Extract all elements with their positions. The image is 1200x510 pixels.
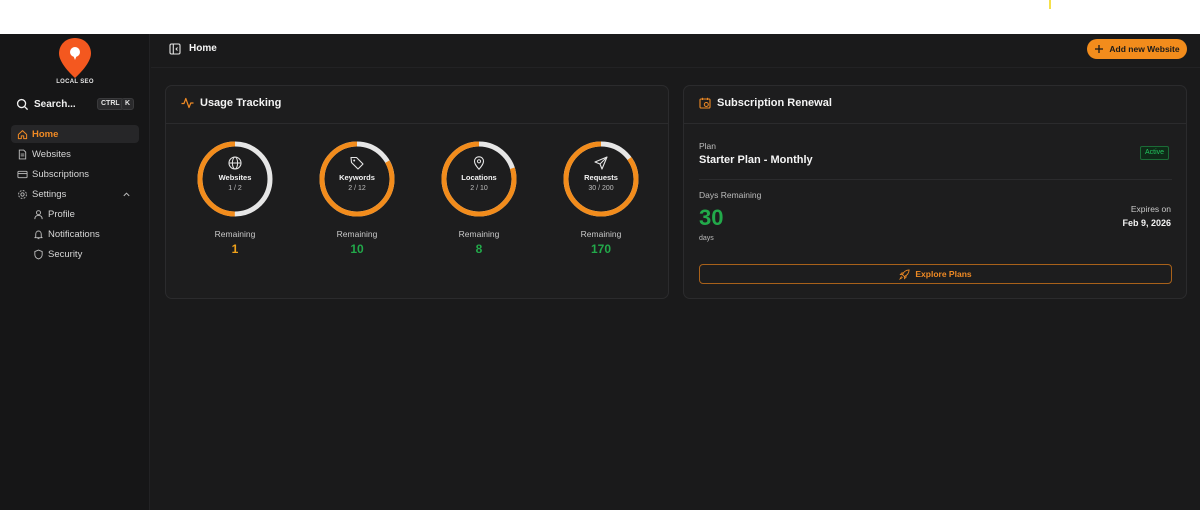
subscription-renewal-card: Subscription Renewal Plan Starter Plan -… (683, 85, 1187, 299)
ring-requests[interactable]: Requests 30 / 200 (561, 139, 641, 219)
sidebar-item-websites[interactable]: Websites (11, 145, 139, 163)
card-divider (166, 123, 668, 124)
home-icon (17, 129, 28, 139)
remaining-value: 10 (350, 242, 364, 256)
kbd-ctrl: CTRL (97, 98, 124, 110)
sidebar-toggle-icon[interactable] (169, 43, 181, 55)
sidebar-item-label: Settings (32, 188, 67, 200)
shield-icon (34, 249, 43, 259)
map-pin-logo-icon (59, 38, 91, 78)
section-divider (699, 179, 1172, 180)
search-icon (16, 98, 29, 110)
sidebar-item-profile[interactable]: Profile (27, 205, 139, 223)
top-strip (0, 0, 1200, 34)
usage-tracking-title: Usage Tracking (181, 97, 281, 109)
bell-icon (34, 230, 43, 239)
usage-tracking-title-text: Usage Tracking (200, 97, 282, 109)
remaining-label: Remaining (580, 229, 622, 239)
calendar-clock-icon (699, 97, 711, 109)
card-icon (17, 170, 28, 178)
days-remaining-label: Days Remaining (699, 190, 762, 200)
remaining-value: 8 (475, 242, 483, 256)
sidebar-item-notifications[interactable]: Notifications (27, 225, 139, 243)
sidebar-item-home[interactable]: Home (11, 125, 139, 143)
search-label: Search... (34, 98, 76, 110)
ring-count: 2 / 10 (470, 185, 488, 192)
expires-date: Feb 9, 2026 (1122, 218, 1171, 228)
sidebar: LOCAL SEO Search... CTRL K Home Websites… (0, 34, 150, 510)
ring-label: Keywords (339, 173, 375, 182)
plan-label: Plan (699, 141, 717, 151)
chevron-up-icon[interactable] (122, 190, 131, 199)
sidebar-item-label: Subscriptions (32, 168, 90, 180)
sidebar-item-security[interactable]: Security (27, 245, 139, 263)
subscription-title-text: Subscription Renewal (717, 97, 832, 109)
sidebar-item-label: Security (48, 248, 83, 260)
ring-count: 30 / 200 (588, 185, 614, 192)
sidebar-item-label: Profile (48, 208, 75, 220)
days-unit: days (699, 235, 714, 242)
remaining-label: Remaining (214, 229, 256, 239)
add-website-label: Add new Website (1109, 44, 1180, 54)
ring-label: Websites (218, 173, 252, 182)
search-button[interactable]: Search... CTRL K (11, 94, 139, 114)
logo[interactable]: LOCAL SEO (48, 36, 102, 88)
sidebar-item-label: Websites (32, 148, 71, 160)
ring-label: Locations (461, 173, 497, 182)
rocket-icon (899, 268, 910, 280)
user-icon (34, 209, 43, 219)
subscription-title: Subscription Renewal (699, 97, 832, 109)
add-website-button[interactable]: Add new Website (1087, 39, 1187, 59)
explore-plans-button[interactable]: Explore Plans (699, 264, 1172, 284)
sidebar-item-label: Notifications (48, 228, 100, 240)
gear-icon (18, 189, 27, 199)
globe-icon (228, 156, 242, 170)
ring-websites[interactable]: Websites 1 / 2 (195, 139, 275, 219)
usage-tracking-card: Usage Tracking Websites 1 / 2 Remaining … (165, 85, 669, 299)
ring-locations[interactable]: Locations 2 / 10 (439, 139, 519, 219)
activity-icon (181, 97, 194, 109)
status-badge: Active (1140, 146, 1170, 160)
ring-keywords[interactable]: Keywords 2 / 12 (317, 139, 397, 219)
page-title: Home (189, 43, 217, 54)
ring-label: Requests (584, 173, 618, 182)
ring-count: 2 / 12 (348, 185, 366, 192)
app-window: LOCAL SEO Search... CTRL K Home Websites… (0, 34, 1200, 510)
top-strip-mark (1049, 0, 1051, 9)
top-header: Home Add new Website (151, 34, 1200, 68)
kbd-k: K (121, 98, 135, 110)
tag-icon (350, 156, 364, 170)
plan-name: Starter Plan - Monthly (699, 154, 813, 166)
card-divider (684, 123, 1186, 124)
sidebar-item-subscriptions[interactable]: Subscriptions (11, 165, 139, 183)
remaining-value: 170 (590, 242, 612, 256)
ring-count: 1 / 2 (228, 185, 242, 192)
plus-icon (1095, 45, 1104, 53)
days-remaining-value: 30 (699, 205, 724, 230)
send-icon (594, 156, 608, 170)
map-pin-icon (473, 156, 485, 170)
remaining-label: Remaining (458, 229, 500, 239)
logo-text: LOCAL SEO (56, 79, 94, 85)
explore-plans-label: Explore Plans (915, 269, 972, 279)
document-icon (18, 149, 27, 159)
sidebar-item-settings[interactable]: Settings (11, 185, 139, 203)
sidebar-item-label: Home (32, 128, 59, 140)
remaining-label: Remaining (336, 229, 378, 239)
remaining-value: 1 (231, 242, 239, 256)
expires-label: Expires on (1130, 204, 1171, 214)
